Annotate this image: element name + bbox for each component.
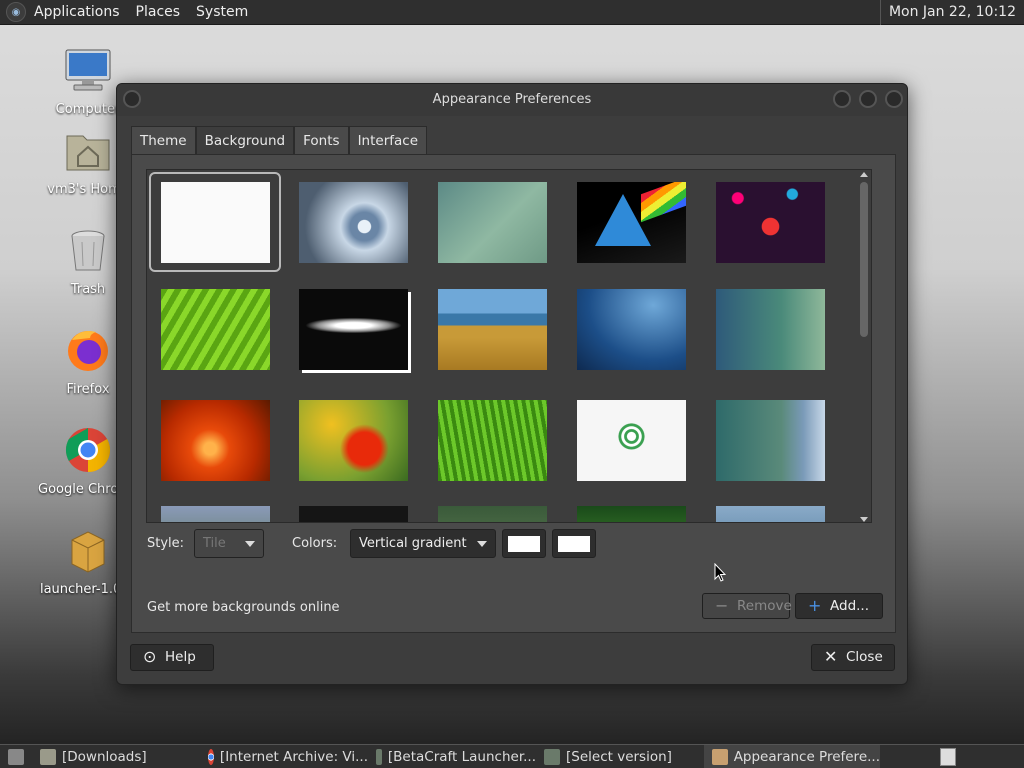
color-swatch [558, 536, 590, 552]
wallpaper-thumb[interactable] [149, 279, 281, 379]
tab-interface[interactable]: Interface [348, 126, 428, 155]
taskbar-item-label: [Select version] [566, 748, 672, 765]
help-lifebuoy-icon: ⊙ [143, 647, 157, 666]
mouse-pointer-icon [714, 563, 726, 582]
primary-color-button[interactable] [502, 529, 546, 558]
taskbar-item-select-version[interactable]: [Select version] [536, 745, 704, 768]
trash-icon [71, 230, 105, 271]
tab-theme[interactable]: Theme [131, 126, 196, 155]
color-swatch [508, 536, 540, 552]
style-select-value: Tile [203, 536, 226, 551]
appearance-icon [712, 748, 728, 765]
chrome-icon [208, 748, 214, 765]
wallpaper-thumb[interactable] [565, 496, 697, 522]
remove-button-label: Remove [737, 598, 792, 614]
secondary-color-button[interactable] [552, 529, 596, 558]
wallpaper-thumb[interactable] [149, 496, 281, 522]
wallpaper-thumb[interactable] [565, 279, 697, 379]
wallpaper-thumb[interactable] [287, 172, 419, 272]
style-label: Style: [147, 536, 185, 551]
chevron-down-icon [245, 541, 255, 547]
close-button[interactable]: ✕ Close [811, 644, 895, 671]
menu-system[interactable]: System [188, 0, 256, 25]
window-menu-button[interactable] [123, 90, 141, 108]
wallpaper-thumb[interactable] [565, 390, 697, 490]
scroll-down-arrow-icon[interactable] [860, 517, 868, 522]
add-button[interactable]: + Add... [795, 593, 883, 619]
wallpaper-thumb[interactable] [426, 279, 558, 379]
menu-places[interactable]: Places [128, 0, 189, 25]
taskbar-item-label: [Downloads] [62, 748, 147, 765]
taskbar-item-appearance[interactable]: Appearance Prefere... [704, 744, 880, 768]
colors-label: Colors: [292, 536, 338, 551]
colors-select-value: Vertical gradient [359, 536, 467, 551]
java-app-icon [544, 748, 560, 765]
gallery-scrollbar[interactable] [857, 170, 871, 522]
wallpaper-thumb[interactable] [287, 496, 419, 522]
tab-bar: Theme Background Fonts Interface [131, 126, 428, 155]
wallpaper-thumb[interactable] [426, 496, 558, 522]
close-button-label: Close [846, 649, 883, 665]
folder-icon [40, 748, 56, 765]
menu-applications[interactable]: Applications [26, 0, 128, 25]
scroll-up-arrow-icon[interactable] [860, 172, 868, 177]
style-select[interactable]: Tile [194, 529, 264, 558]
wallpaper-thumb[interactable] [426, 390, 558, 490]
close-icon: ✕ [824, 647, 838, 666]
wallpaper-thumb[interactable] [149, 172, 281, 272]
minimize-button[interactable] [833, 90, 851, 108]
java-app-icon [376, 748, 382, 765]
show-desktop-icon [8, 748, 24, 765]
taskbar-item-label: Appearance Prefere... [733, 748, 880, 765]
chevron-down-icon [477, 541, 487, 547]
tab-fonts[interactable]: Fonts [294, 126, 349, 155]
wallpaper-thumb[interactable] [704, 279, 836, 379]
background-tab-pane: Style: Tile Colors: Vertical gradient Ge… [131, 154, 896, 633]
appearance-preferences-window: Appearance Preferences Theme Background … [116, 83, 908, 685]
show-desktop-button[interactable] [0, 745, 32, 768]
taskbar-item-betacraft[interactable]: [BetaCraft Launcher... [368, 745, 536, 768]
wallpaper-thumb[interactable] [704, 496, 836, 522]
wallpaper-thumb[interactable] [426, 172, 558, 272]
workspace-switcher[interactable] [940, 748, 956, 766]
colors-select[interactable]: Vertical gradient [350, 529, 496, 558]
taskbar-item-chrome[interactable]: [Internet Archive: Vi... [200, 745, 368, 768]
distro-logo-icon[interactable]: ◉ [6, 2, 26, 22]
window-title: Appearance Preferences [432, 92, 592, 107]
window-titlebar[interactable]: Appearance Preferences [117, 84, 907, 116]
top-panel: ◉ Applications Places System Mon Jan 22,… [0, 0, 1024, 25]
window-close-button[interactable] [885, 90, 903, 108]
taskbar-item-label: [BetaCraft Launcher... [387, 748, 536, 765]
chrome-icon [65, 428, 111, 473]
minus-icon: − [715, 596, 729, 615]
taskbar-item-downloads[interactable]: [Downloads] [32, 745, 200, 768]
computer-icon [65, 49, 111, 91]
wallpaper-thumb[interactable] [287, 279, 419, 379]
wallpaper-thumb[interactable] [287, 390, 419, 490]
wallpaper-gallery[interactable] [146, 169, 872, 523]
taskbar-item-label: [Internet Archive: Vi... [219, 748, 368, 765]
remove-button[interactable]: − Remove [702, 593, 792, 619]
wallpaper-thumb[interactable] [704, 172, 836, 272]
maximize-button[interactable] [859, 90, 877, 108]
taskbar: [Downloads] [Internet Archive: Vi... [Be… [0, 744, 1024, 768]
get-more-backgrounds-link[interactable]: Get more backgrounds online [147, 600, 340, 615]
wallpaper-thumb[interactable] [149, 390, 281, 490]
plus-icon: + [808, 596, 822, 615]
firefox-icon [68, 331, 108, 371]
help-button-label: Help [165, 649, 196, 665]
tab-background[interactable]: Background [195, 126, 295, 155]
clock[interactable]: Mon Jan 22, 10:12 [879, 0, 1024, 25]
scroll-thumb[interactable] [860, 182, 868, 337]
help-button[interactable]: ⊙ Help [130, 644, 214, 671]
home-folder-icon [66, 135, 110, 171]
wallpaper-thumb[interactable] [565, 172, 697, 272]
package-icon [71, 531, 105, 573]
add-button-label: Add... [830, 598, 870, 614]
wallpaper-thumb[interactable] [704, 390, 836, 490]
